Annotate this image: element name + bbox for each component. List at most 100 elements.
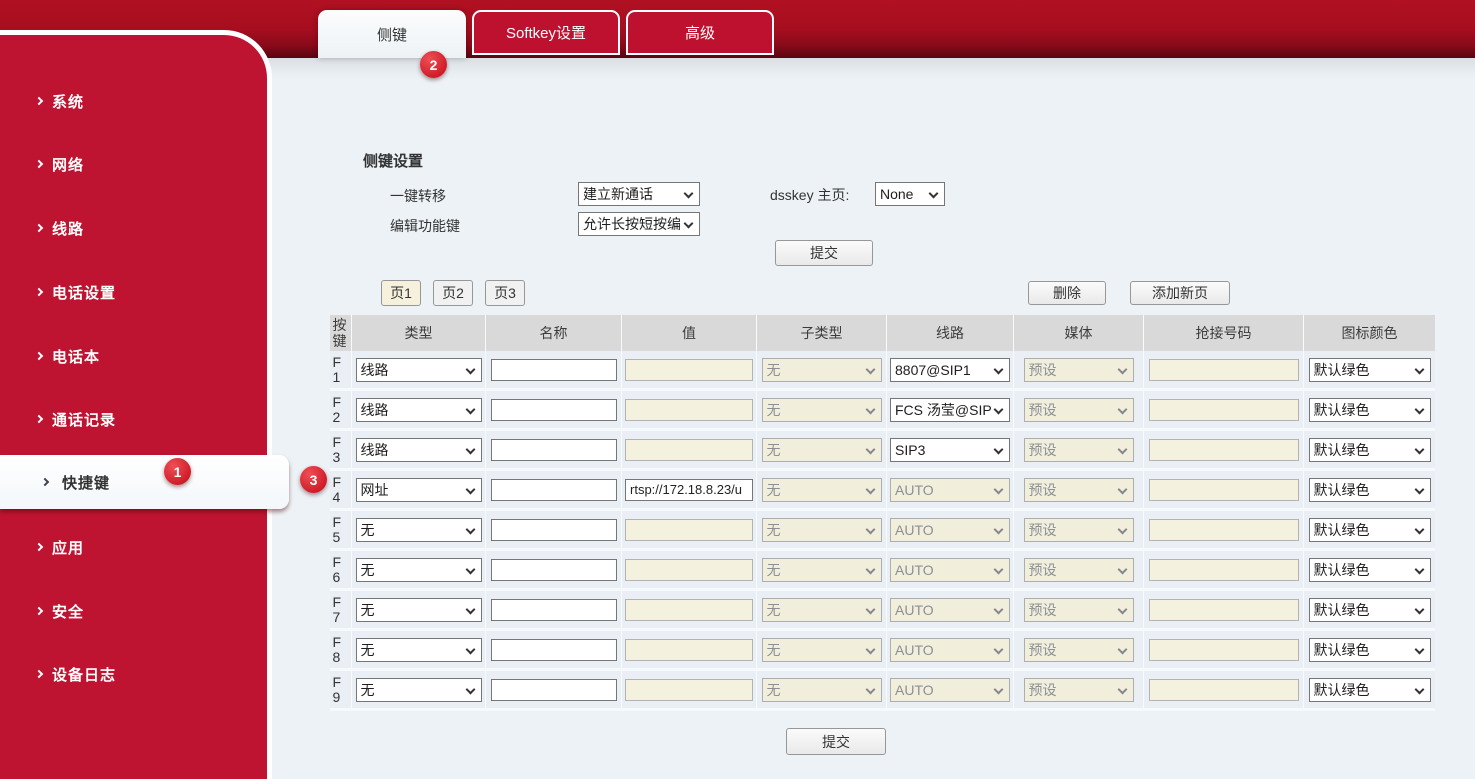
sidebar-item-label: 通话记录: [52, 409, 116, 430]
media-select: 预设: [1024, 598, 1134, 622]
sidebar-item-8[interactable]: 应用: [0, 534, 267, 560]
sidebar-item-7[interactable]: 快捷键1: [0, 455, 289, 509]
dsskey-home-select[interactable]: None: [875, 182, 945, 206]
icon-color-select[interactable]: 默认绿色: [1309, 478, 1431, 502]
page-tab-1[interactable]: 页1: [381, 280, 421, 306]
type-select[interactable]: 无: [356, 558, 482, 582]
line-select-wrap: AUTO: [890, 518, 1010, 542]
submit-button-bottom[interactable]: 提交: [786, 728, 886, 755]
name-input[interactable]: [491, 359, 617, 381]
chevron-down-icon: [865, 524, 875, 534]
page-tab-2[interactable]: 页2: [433, 280, 473, 306]
subtype-select-wrap: 无: [762, 478, 882, 502]
subtype-select-wrap: 无: [762, 358, 882, 382]
table-cell: [622, 591, 757, 628]
table-row: F6无无AUTO预设默认绿色: [330, 551, 1435, 591]
sidebar-item-label: 系统: [52, 91, 84, 112]
table-cell: [622, 631, 757, 668]
delete-page-button[interactable]: 删除: [1028, 281, 1106, 305]
line-select: AUTO: [890, 478, 1010, 502]
table-cell: 预设: [1014, 391, 1144, 428]
type-select[interactable]: 线路: [356, 438, 482, 462]
table-cell: [486, 391, 622, 428]
table-cell: 线路: [352, 431, 486, 468]
icon-color-select[interactable]: 默认绿色: [1309, 598, 1431, 622]
value-input[interactable]: [625, 479, 753, 501]
name-input[interactable]: [491, 599, 617, 621]
table-cell: 无: [352, 671, 486, 708]
page-tab-3[interactable]: 页3: [485, 280, 525, 306]
icon-color-select[interactable]: 默认绿色: [1309, 638, 1431, 662]
page-title: 侧键设置: [363, 150, 423, 171]
submit-button-top[interactable]: 提交: [775, 240, 873, 266]
icon-color-select[interactable]: 默认绿色: [1309, 358, 1431, 382]
sidebar-item-9[interactable]: 安全: [0, 598, 267, 624]
line-select[interactable]: 8807@SIP1: [890, 358, 1010, 382]
table-cell: 默认绿色: [1304, 351, 1435, 388]
value-input: [625, 359, 753, 381]
tab-2[interactable]: Softkey设置: [472, 10, 620, 55]
name-input[interactable]: [491, 679, 617, 701]
dsskey-table: 按键类型名称值子类型线路媒体抢接号码图标颜色F1线路无8807@SIP1预设默认…: [330, 315, 1435, 711]
tab-1[interactable]: 侧键: [318, 10, 466, 58]
subtype-select: 无: [762, 438, 882, 462]
one-key-transfer-select[interactable]: 建立新通话: [578, 182, 700, 206]
media-select: 预设: [1024, 678, 1134, 702]
icon-color-select[interactable]: 默认绿色: [1309, 678, 1431, 702]
table-cell: [1144, 631, 1304, 668]
name-input[interactable]: [491, 479, 617, 501]
type-select[interactable]: 网址: [356, 478, 482, 502]
table-cell: 无: [757, 631, 887, 668]
chevron-down-icon: [865, 644, 875, 654]
name-input[interactable]: [491, 439, 617, 461]
type-select[interactable]: 无: [356, 518, 482, 542]
pickup-number-input: [1149, 519, 1299, 541]
sidebar-item-6[interactable]: 通话记录: [0, 406, 267, 432]
chevron-right-icon: [35, 352, 43, 360]
type-select[interactable]: 线路: [356, 358, 482, 382]
sidebar-item-5[interactable]: 电话本: [0, 343, 267, 369]
subtype-select: 无: [762, 598, 882, 622]
chevron-right-icon: [41, 478, 49, 486]
chevron-down-icon: [994, 604, 1004, 614]
name-input[interactable]: [491, 519, 617, 541]
chevron-right-icon: [35, 224, 43, 232]
table-row: F2线路无FCS 汤莹@SIP预设默认绿色: [330, 391, 1435, 431]
icon-color-select[interactable]: 默认绿色: [1309, 518, 1431, 542]
table-cell: [622, 431, 757, 468]
tab-3[interactable]: 高级: [626, 10, 774, 55]
pickup-number-input: [1149, 639, 1299, 661]
sidebar-item-label: 安全: [52, 601, 84, 622]
type-select[interactable]: 无: [356, 598, 482, 622]
media-select: 预设: [1024, 438, 1134, 462]
table-header-cell: 按键: [330, 315, 352, 351]
type-select[interactable]: 无: [356, 678, 482, 702]
table-cell: 预设: [1014, 431, 1144, 468]
line-select: AUTO: [890, 678, 1010, 702]
line-select[interactable]: FCS 汤莹@SIP: [890, 398, 1010, 422]
icon-color-select-wrap: 默认绿色: [1309, 598, 1431, 622]
table-cell: [1144, 591, 1304, 628]
sidebar-item-10[interactable]: 设备日志: [0, 661, 267, 687]
edit-function-key-select[interactable]: 允许长按短按编辑: [578, 212, 700, 236]
name-input[interactable]: [491, 399, 617, 421]
subtype-select-wrap: 无: [762, 558, 882, 582]
add-page-button[interactable]: 添加新页: [1130, 281, 1230, 305]
table-cell: [1144, 671, 1304, 708]
type-select[interactable]: 无: [356, 638, 482, 662]
table-cell: 无: [757, 471, 887, 508]
sidebar-item-3[interactable]: 线路: [0, 215, 267, 241]
line-select[interactable]: SIP3: [890, 438, 1010, 462]
type-select[interactable]: 线路: [356, 398, 482, 422]
sidebar-item-1[interactable]: 系统: [0, 88, 267, 114]
line-select-wrap: AUTO: [890, 558, 1010, 582]
icon-color-select[interactable]: 默认绿色: [1309, 438, 1431, 462]
icon-color-select[interactable]: 默认绿色: [1309, 398, 1431, 422]
name-input[interactable]: [491, 639, 617, 661]
sidebar-item-2[interactable]: 网络: [0, 151, 267, 177]
name-input[interactable]: [491, 559, 617, 581]
pickup-number-input: [1149, 559, 1299, 581]
table-cell: F8: [330, 631, 352, 668]
sidebar-item-4[interactable]: 电话设置: [0, 279, 267, 305]
icon-color-select[interactable]: 默认绿色: [1309, 558, 1431, 582]
